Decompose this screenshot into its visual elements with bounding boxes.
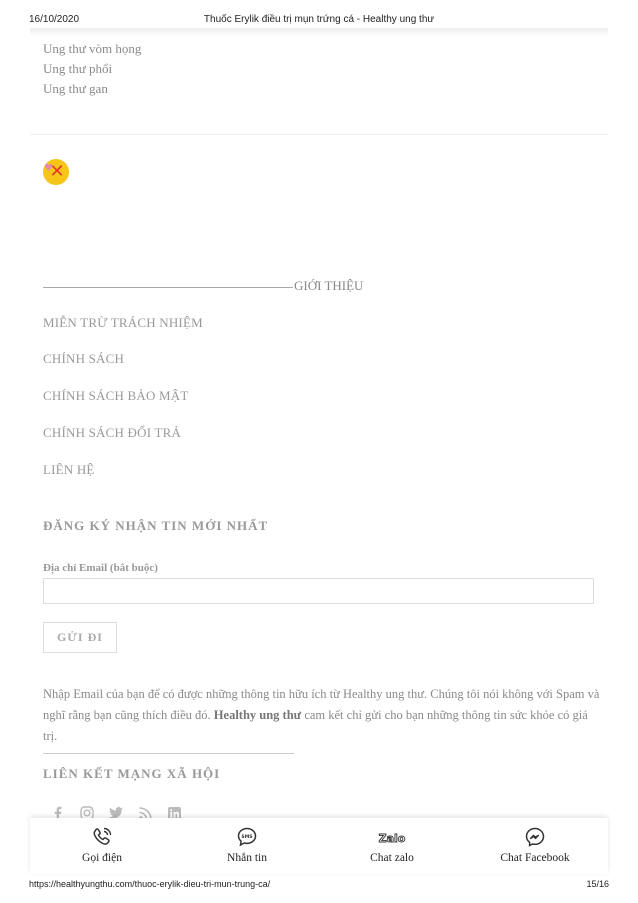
email-label: Địa chỉ Email (bắt buộc) — [43, 562, 158, 574]
zalo-logo-text: Zalo — [379, 832, 406, 845]
divider — [43, 753, 294, 754]
list-item[interactable]: Ung thư phổi — [43, 61, 112, 77]
intro-divider — [43, 287, 293, 288]
call-button[interactable]: Gọi điện — [37, 826, 167, 864]
print-page-number: 15/16 — [586, 879, 609, 889]
facebook-chat-button[interactable]: Chat Facebook — [470, 826, 600, 864]
divider — [30, 134, 608, 135]
phone-icon — [93, 827, 112, 845]
desc-brand: Healthy ung thư — [213, 708, 302, 722]
sms-icon-text: SMS — [241, 834, 252, 840]
zalo-icon: Zalo — [378, 832, 406, 846]
newsletter-description: Nhập Email của bạn để có được những thôn… — [43, 684, 603, 747]
menu-item-disclaimer[interactable]: MIỄN TRỪ TRÁCH NHIỆM — [43, 315, 203, 331]
social-heading: LIÊN KẾT MẠNG XÃ HỘI — [43, 766, 221, 781]
print-title: Thuốc Erylik điều trị mụn trứng cá - Hea… — [203, 14, 435, 25]
messenger-icon — [525, 827, 545, 847]
call-label: Gọi điện — [82, 852, 122, 864]
cross-icon: ✕ — [49, 161, 65, 182]
zalo-button[interactable]: Zalo Chat zalo — [327, 826, 457, 864]
sms-label: Nhắn tin — [227, 852, 267, 864]
facebook-chat-label: Chat Facebook — [500, 852, 570, 864]
menu-item-policy[interactable]: CHÍNH SÁCH — [43, 351, 124, 367]
newsletter-heading: ĐĂNG KÝ NHẬN TIN MỚI NHẤT — [43, 518, 269, 533]
print-url: https://healthyungthu.com/thuoc-erylik-d… — [29, 879, 271, 889]
list-item[interactable]: Ung thư vòm họng — [43, 41, 141, 57]
menu-item-privacy[interactable]: CHÍNH SÁCH BẢO MẬT — [43, 388, 189, 404]
menu-item-return[interactable]: CHÍNH SÁCH ĐỔI TRẢ — [43, 425, 181, 441]
email-field[interactable] — [43, 578, 594, 604]
intro-title: GIỚI THIỆU — [294, 278, 364, 293]
menu-item-contact[interactable]: LIÊN HỆ — [43, 462, 95, 478]
list-item[interactable]: Ung thư gan — [43, 81, 108, 97]
submit-button[interactable]: GỬI ĐI — [43, 622, 117, 653]
top-shadow — [30, 28, 608, 36]
sms-button[interactable]: SMS Nhắn tin — [182, 826, 312, 864]
zalo-label: Chat zalo — [370, 852, 414, 864]
contact-bar: Gọi điện SMS Nhắn tin Zalo Chat zalo Cha… — [30, 818, 608, 874]
sms-icon: SMS — [237, 827, 257, 847]
